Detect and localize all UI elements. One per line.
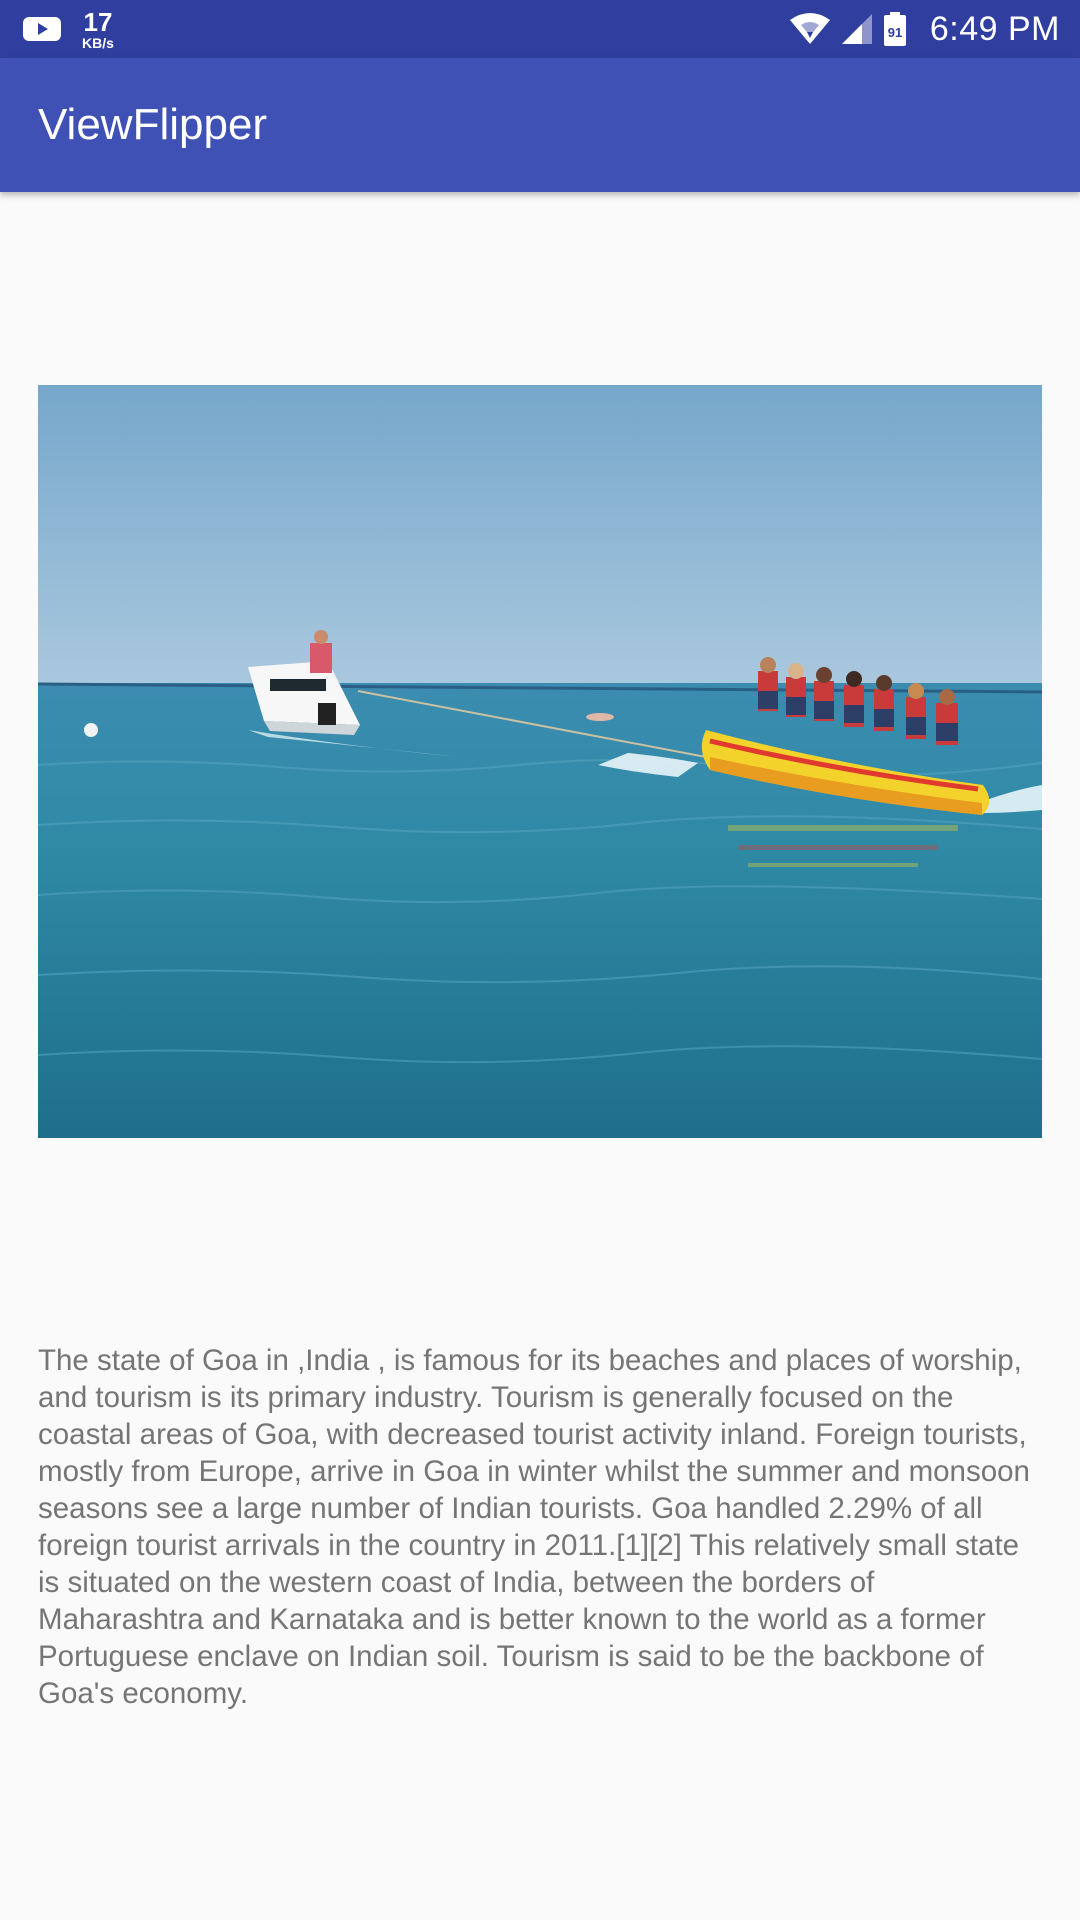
status-right: 91 6:49 PM xyxy=(780,0,1060,58)
cell-signal-icon xyxy=(841,14,872,44)
description-text: The state of Goa in ,India , is famous f… xyxy=(38,1344,1030,1710)
youtube-icon xyxy=(23,17,61,41)
status-time: 6:49 PM xyxy=(929,9,1060,48)
battery-level-label: 91 xyxy=(888,25,902,40)
status-left: 17 KB/s xyxy=(22,0,114,58)
view-flipper-image[interactable] xyxy=(38,385,1042,1138)
network-speed-unit: KB/s xyxy=(82,34,114,51)
status-bar: 17 KB/s 91 6:49 PM xyxy=(0,0,1080,58)
banana-boat-photo xyxy=(38,385,1042,1138)
app-title: ViewFlipper xyxy=(38,100,268,149)
battery-icon: 91 xyxy=(883,12,906,46)
network-speed: 17 KB/s xyxy=(82,9,114,50)
app-bar: ViewFlipper xyxy=(0,58,1080,192)
wifi-icon xyxy=(789,13,830,44)
network-speed-value: 17 xyxy=(83,6,113,37)
